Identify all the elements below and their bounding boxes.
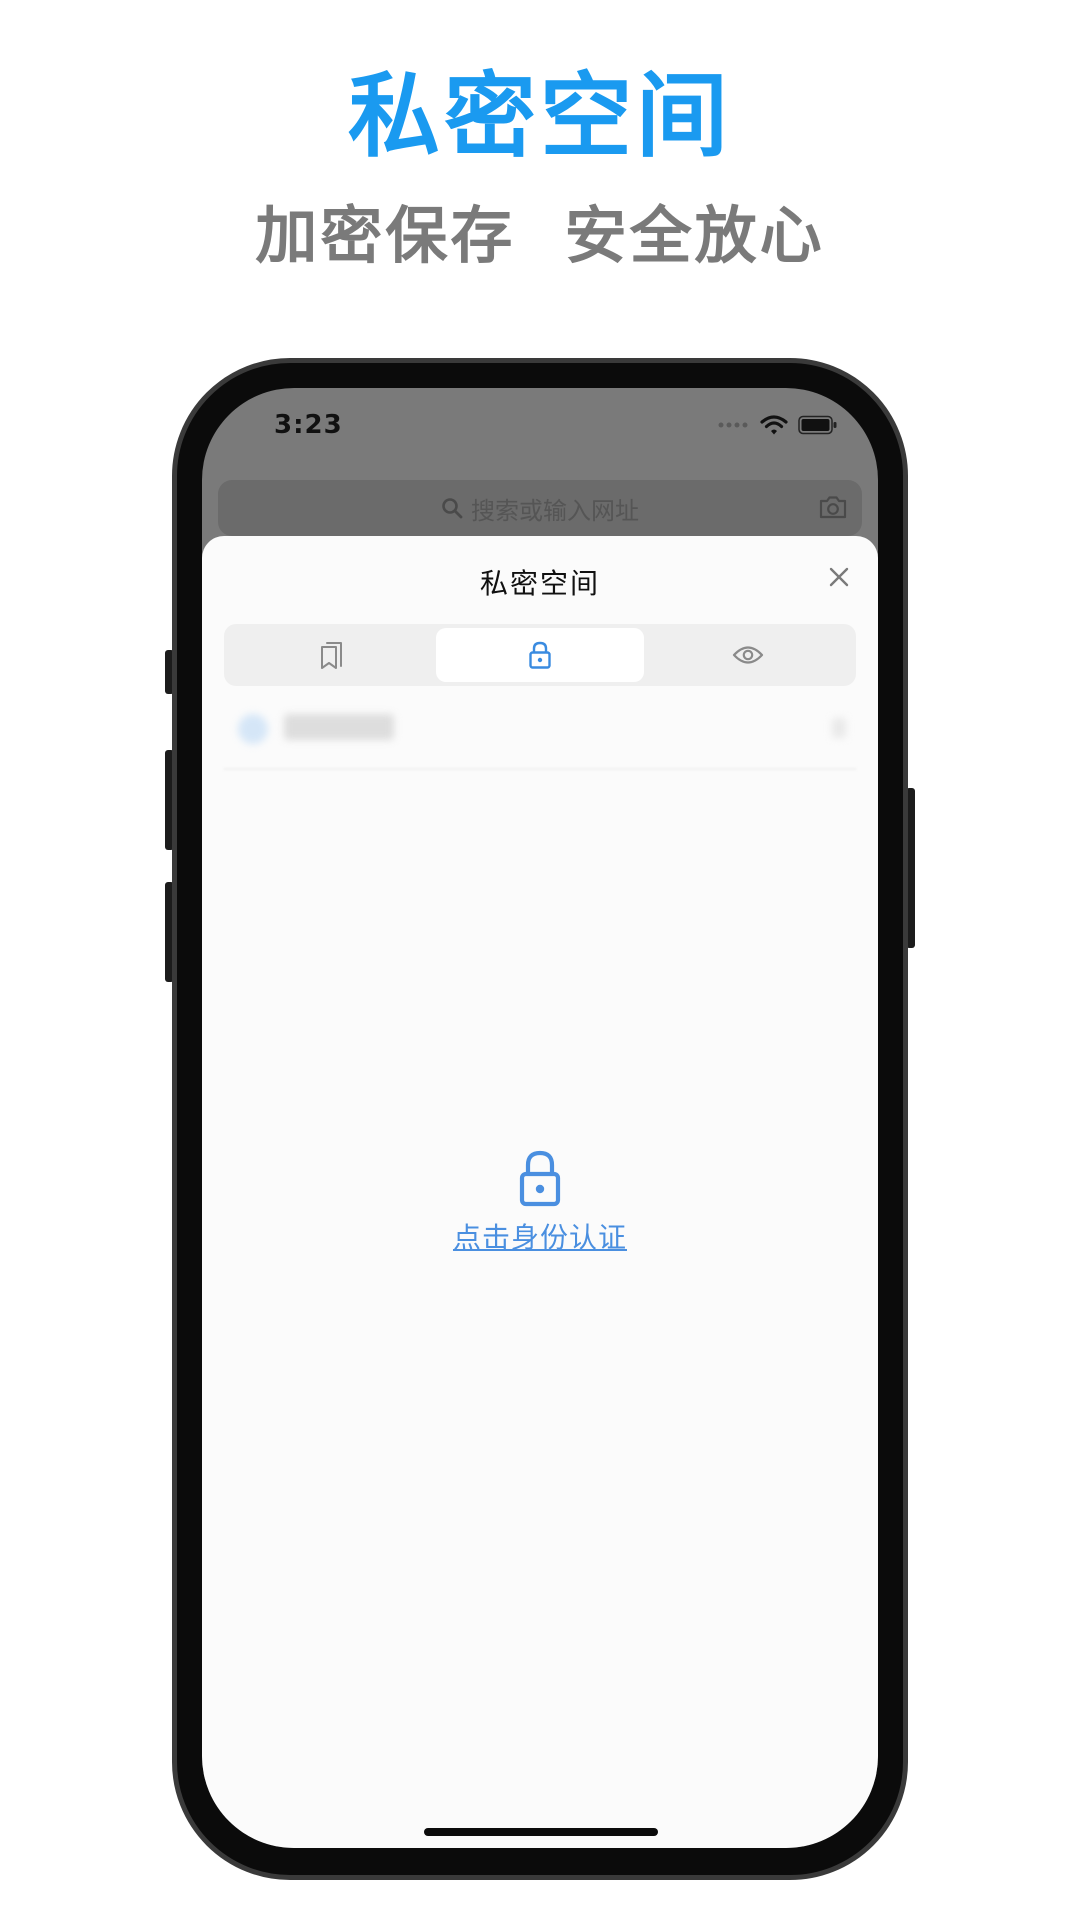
camera-icon[interactable]	[818, 494, 848, 520]
tab-locked[interactable]	[436, 628, 644, 682]
promo-headline: 私密空间	[347, 63, 732, 170]
segment-control	[224, 624, 856, 686]
address-placeholder: 搜索或输入网址	[471, 496, 639, 525]
signal-dots-icon	[718, 422, 748, 428]
tab-hidden[interactable]	[644, 628, 852, 682]
search-icon	[442, 498, 463, 519]
blurred-list-item	[224, 696, 856, 760]
tab-bookmarks[interactable]	[228, 628, 436, 682]
authenticate-link[interactable]: 点击身份认证	[202, 1216, 878, 1256]
lock-icon	[529, 641, 551, 669]
private-space-sheet: 私密空间 点击身份认证	[202, 536, 878, 1848]
promo-subline: 加密保存 安全放心	[255, 199, 825, 272]
address-bar[interactable]: 搜索或输入网址	[218, 480, 862, 536]
lock-icon[interactable]	[512, 1148, 568, 1208]
status-time: 3:23	[274, 410, 343, 440]
status-icons	[718, 414, 838, 436]
bookmark-icon	[321, 642, 342, 669]
wifi-icon	[760, 415, 788, 435]
divider	[224, 768, 856, 770]
phone-screen: 3:23 搜索或输入网址 私密空间 点击身份认证	[202, 388, 878, 1848]
sheet-title: 私密空间	[479, 567, 600, 600]
eye-icon	[732, 646, 764, 664]
close-icon[interactable]	[822, 560, 856, 594]
home-indicator[interactable]	[424, 1828, 658, 1836]
battery-icon	[798, 415, 837, 435]
